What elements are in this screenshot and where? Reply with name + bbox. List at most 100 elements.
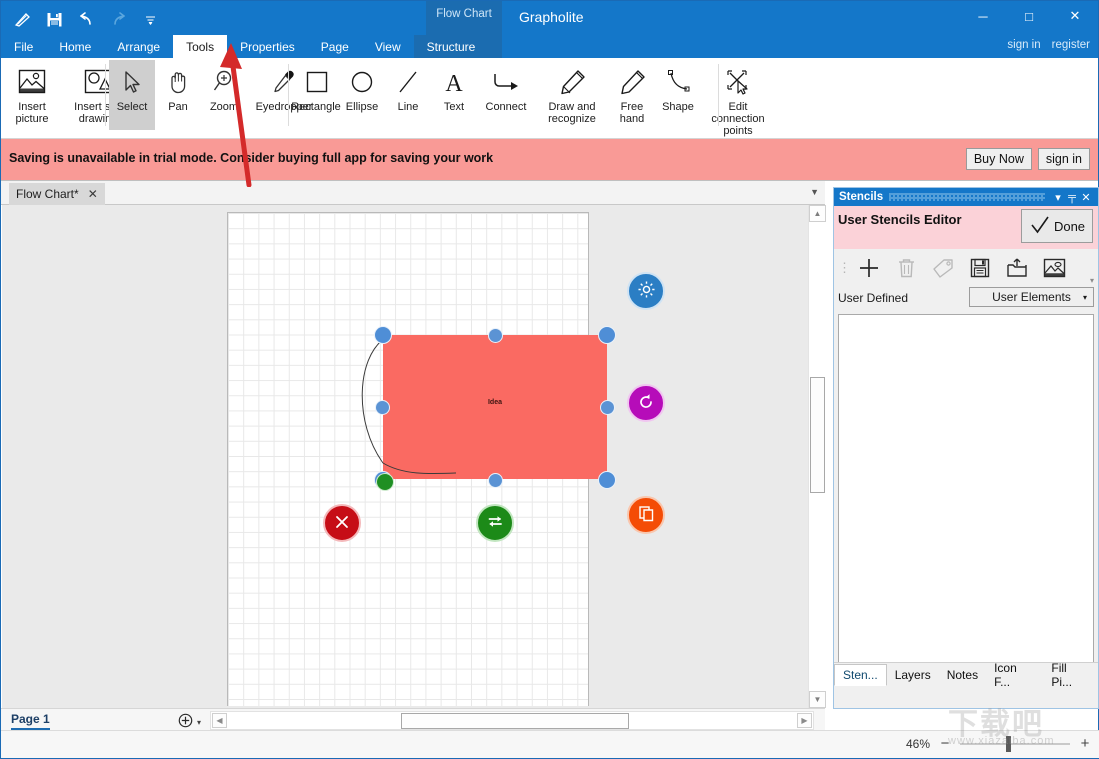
add-page-icon[interactable] bbox=[178, 713, 193, 731]
stencils-panel-titlebar[interactable]: Stencils ▾ ╤ ✕ bbox=[834, 188, 1098, 206]
zoom-tool-button[interactable]: Zoom bbox=[201, 60, 247, 130]
panel-tab-1[interactable]: Layers bbox=[887, 664, 939, 686]
scroll-right-button[interactable]: ▶ bbox=[797, 713, 812, 728]
menu-item-home[interactable]: Home bbox=[46, 35, 104, 58]
panel-tab-4[interactable]: Fill Pi... bbox=[1043, 661, 1098, 689]
rotate-fab[interactable] bbox=[627, 384, 665, 422]
rectangle-tool-button[interactable]: Rectangle bbox=[291, 60, 341, 130]
canvas-area[interactable]: Idea bbox=[2, 205, 825, 708]
scroll-left-button[interactable]: ◀ bbox=[212, 713, 227, 728]
banner-sign-in-button[interactable]: sign in bbox=[1037, 148, 1090, 170]
trial-banner-message: Saving is unavailable in trial mode. Con… bbox=[9, 151, 494, 165]
swap-fab[interactable] bbox=[476, 504, 514, 542]
user-stencils-editor-title: User Stencils Editor bbox=[838, 212, 962, 227]
pan-tool-button[interactable]: Pan bbox=[155, 60, 201, 130]
shape-tool-button[interactable]: Shape bbox=[655, 60, 701, 130]
done-button[interactable]: Done bbox=[1021, 209, 1093, 243]
canvas-vertical-scrollbar[interactable]: ▲ ▼ bbox=[808, 205, 826, 708]
minimize-button[interactable]: ─ bbox=[960, 1, 1006, 31]
menu-item-structure[interactable]: Structure bbox=[413, 35, 489, 58]
draw-and-recognize-button[interactable]: Draw and recognize bbox=[535, 60, 609, 130]
stencil-category-select[interactable]: User Elements ▾ bbox=[969, 287, 1094, 307]
menu-item-arrange[interactable]: Arrange bbox=[104, 35, 173, 58]
import-image-button[interactable] bbox=[1037, 252, 1071, 284]
save-stencil-button[interactable] bbox=[963, 252, 997, 284]
free-hand-button[interactable]: Free hand bbox=[609, 60, 655, 130]
maximize-button[interactable]: □ bbox=[1006, 1, 1052, 31]
text-tool-label: Text bbox=[443, 101, 465, 113]
redo-icon[interactable] bbox=[103, 6, 133, 32]
add-page-control[interactable]: ▾ bbox=[178, 713, 201, 731]
add-stencil-button[interactable] bbox=[852, 252, 886, 284]
stencils-list-area[interactable] bbox=[838, 314, 1094, 664]
gear-icon bbox=[636, 279, 657, 303]
toolbar-overflow-icon[interactable]: ▾ bbox=[1090, 276, 1094, 285]
edit-connection-points-icon bbox=[721, 65, 755, 99]
resize-handle-bottom-right[interactable] bbox=[598, 471, 616, 489]
close-button[interactable]: ✕ bbox=[1052, 1, 1098, 31]
insert-picture-button[interactable]: Insert picture bbox=[3, 60, 61, 130]
document-tab-flow-chart[interactable]: Flow Chart* ✕ bbox=[9, 183, 105, 205]
delete-stencil-button[interactable] bbox=[889, 252, 923, 284]
canvas-horizontal-scrollbar[interactable]: ◀ ▶ bbox=[210, 711, 814, 730]
zoom-tool-label: Zoom bbox=[209, 101, 239, 113]
resize-handle-middle-right[interactable] bbox=[600, 400, 615, 415]
zoom-slider-track[interactable] bbox=[960, 735, 1070, 752]
menu-item-properties[interactable]: Properties bbox=[227, 35, 308, 58]
settings-fab[interactable] bbox=[627, 272, 665, 310]
chevron-down-icon[interactable]: ▼ bbox=[810, 187, 819, 197]
edit-connection-points-button[interactable]: Edit connection points bbox=[701, 60, 775, 137]
menu-item-page[interactable]: Page bbox=[308, 35, 362, 58]
pencil-recognize-icon bbox=[555, 65, 589, 99]
zoom-slider-thumb[interactable] bbox=[1006, 735, 1011, 752]
delete-fab[interactable] bbox=[323, 504, 361, 542]
select-tool-button[interactable]: Select bbox=[109, 60, 155, 130]
resize-handle-bottom-center[interactable] bbox=[488, 473, 503, 488]
zoom-in-button[interactable]: + bbox=[1078, 735, 1092, 752]
open-stencil-button[interactable] bbox=[1000, 252, 1034, 284]
scroll-down-button[interactable]: ▼ bbox=[809, 691, 826, 708]
pin-icon[interactable]: ╤ bbox=[1065, 191, 1079, 203]
register-link[interactable]: register bbox=[1052, 39, 1090, 51]
close-icon[interactable]: ✕ bbox=[1079, 191, 1093, 204]
save-icon[interactable] bbox=[39, 6, 69, 32]
customize-icon[interactable] bbox=[135, 6, 165, 32]
panel-drag-grip[interactable] bbox=[889, 193, 1045, 201]
vertical-scroll-thumb[interactable] bbox=[810, 377, 825, 493]
pen-icon[interactable] bbox=[7, 6, 37, 32]
resize-handle-top-center[interactable] bbox=[488, 328, 503, 343]
drawing-page[interactable]: Idea bbox=[227, 212, 616, 706]
connect-tool-button[interactable]: Connect bbox=[477, 60, 535, 130]
panel-tabs: Sten... Layers Notes Icon F... Fill Pi... bbox=[834, 661, 1098, 689]
tag-stencil-button[interactable] bbox=[926, 252, 960, 284]
ribbon-separator-2 bbox=[288, 64, 289, 126]
panel-tab-0[interactable]: Sten... bbox=[834, 663, 887, 686]
scroll-up-button[interactable]: ▲ bbox=[809, 205, 826, 222]
line-tool-button[interactable]: Line bbox=[385, 60, 431, 130]
duplicate-fab[interactable] bbox=[627, 496, 665, 534]
magnifier-icon bbox=[211, 65, 237, 99]
panel-tab-3[interactable]: Icon F... bbox=[986, 661, 1043, 689]
chevron-down-icon[interactable]: ▾ bbox=[197, 718, 201, 727]
close-icon[interactable]: ✕ bbox=[88, 187, 98, 201]
panel-tab-2[interactable]: Notes bbox=[939, 664, 986, 686]
chevron-down-icon[interactable]: ▾ bbox=[1051, 191, 1065, 204]
zoom-out-button[interactable]: − bbox=[938, 735, 952, 752]
buy-now-button[interactable]: Buy Now bbox=[965, 148, 1032, 170]
page-tab-page-1[interactable]: Page 1 bbox=[11, 712, 50, 730]
horizontal-scroll-thumb[interactable] bbox=[401, 713, 629, 729]
connect-tool-label: Connect bbox=[485, 101, 527, 113]
menu-item-view[interactable]: View bbox=[362, 35, 414, 58]
menu-item-file[interactable]: File bbox=[1, 35, 46, 58]
resize-handle-top-right[interactable] bbox=[598, 326, 616, 344]
sign-in-link[interactable]: sign in bbox=[1007, 39, 1040, 51]
text-tool-button[interactable]: A Text bbox=[431, 60, 477, 130]
title-bar: Flow Chart Grapholite ─ □ ✕ sign in regi… bbox=[1, 1, 1098, 58]
undo-icon[interactable] bbox=[71, 6, 101, 32]
account-links: sign in register bbox=[1007, 39, 1090, 51]
anchor-handle-green[interactable] bbox=[376, 473, 394, 491]
menu-item-tools[interactable]: Tools bbox=[173, 35, 228, 58]
resize-handle-middle-left[interactable] bbox=[375, 400, 390, 415]
resize-handle-top-left[interactable] bbox=[374, 326, 392, 344]
ellipse-tool-button[interactable]: Ellipse bbox=[339, 60, 385, 130]
